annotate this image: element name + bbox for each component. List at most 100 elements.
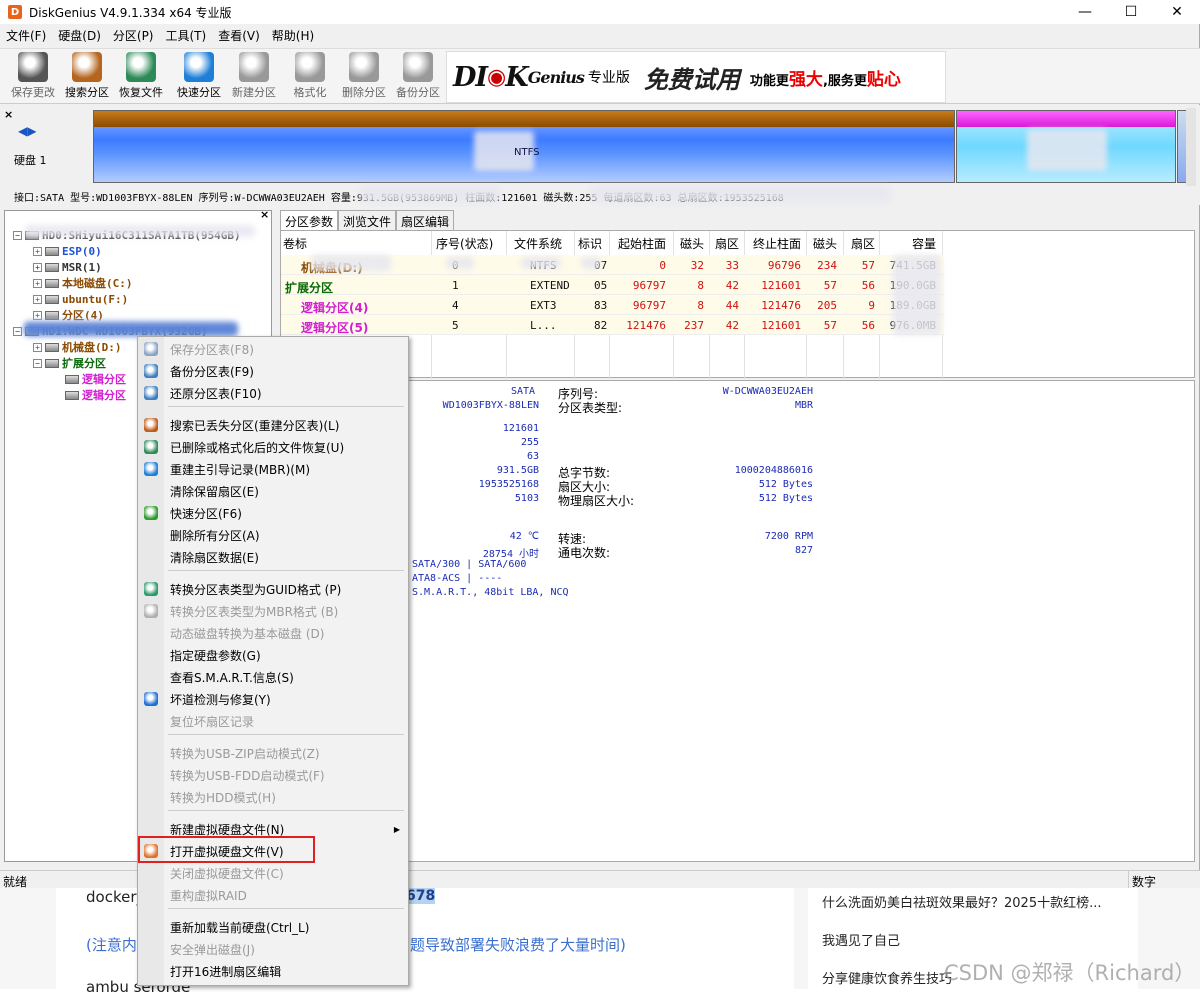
tree-node-label: 扩展分区 bbox=[62, 357, 106, 370]
menu-item-0[interactable]: 文件(F) bbox=[0, 26, 52, 46]
recommend-link-3[interactable]: 分享健康饮食养生技巧 bbox=[822, 968, 952, 987]
tab-1[interactable]: 浏览文件 bbox=[338, 210, 397, 230]
arrow-right-icon[interactable]: ▶ bbox=[27, 124, 36, 138]
context-menu-item[interactable]: 备份分区表(F9) bbox=[138, 361, 408, 381]
context-menu-item[interactable]: 删除所有分区(A) bbox=[138, 525, 408, 545]
tree-node[interactable]: + MSR(1) bbox=[33, 259, 102, 275]
context-menu-item[interactable]: 打开16进制扇区编辑 bbox=[138, 961, 408, 981]
column-header[interactable]: 文件系统 bbox=[514, 235, 562, 252]
toolbar-button-6[interactable]: 删除分区 bbox=[337, 52, 391, 100]
bytes-value: 1000204886016 bbox=[734, 465, 813, 476]
partition-segment-extended[interactable] bbox=[956, 110, 1176, 183]
toolbar-label: 搜索分区 bbox=[65, 86, 109, 99]
context-menu-label: 删除所有分区(A) bbox=[170, 528, 260, 543]
heads-value: 255 bbox=[520, 437, 539, 448]
expander-icon[interactable]: + bbox=[33, 278, 42, 288]
column-header[interactable]: 序号(状态) bbox=[436, 235, 493, 252]
toolbar-button-2[interactable]: 恢复文件 bbox=[114, 52, 168, 100]
power-count-key: 通电次数: bbox=[558, 546, 611, 560]
menu-item-1[interactable]: 硬盘(D) bbox=[52, 26, 107, 46]
context-menu-item[interactable]: 转换分区表类型为GUID格式 (P) bbox=[138, 579, 408, 599]
context-menu-item[interactable]: 指定硬盘参数(G) bbox=[138, 645, 408, 665]
partition-segment-d[interactable]: NTFS bbox=[93, 110, 955, 183]
toolbar-button-3[interactable]: 快速分区 bbox=[172, 52, 226, 100]
expander-icon[interactable]: − bbox=[33, 358, 42, 368]
diskgenius-app-icon: D bbox=[8, 5, 22, 19]
context-menu-item[interactable]: 还原分区表(F10) bbox=[138, 383, 408, 403]
column-header[interactable]: 容量 bbox=[876, 235, 936, 252]
arrow-left-icon[interactable]: ◀ bbox=[18, 124, 27, 138]
context-menu-label: 转换为USB-ZIP启动模式(Z) bbox=[170, 746, 320, 761]
recover-files-icon bbox=[126, 52, 156, 82]
context-menu-item[interactable]: 重新加载当前硬盘(Ctrl_L) bbox=[138, 917, 408, 937]
expander-icon[interactable]: + bbox=[33, 342, 42, 352]
context-menu-label: 已删除或格式化后的文件恢复(U) bbox=[170, 440, 345, 455]
expander-icon[interactable]: − bbox=[13, 326, 22, 336]
tree-node[interactable]: + 本地磁盘(C:) bbox=[33, 275, 133, 291]
context-menu-item[interactable]: 已删除或格式化后的文件恢复(U) bbox=[138, 437, 408, 457]
tree-node[interactable]: 逻辑分区 bbox=[65, 371, 126, 387]
menu-bar: 文件(F) 硬盘(D) 分区(P) 工具(T) 查看(V) 帮助(H) bbox=[0, 26, 320, 46]
search-lost-icon bbox=[144, 418, 158, 432]
table-cell: 44 bbox=[725, 299, 739, 312]
tree-node[interactable]: + ubuntu(F:) bbox=[33, 291, 128, 307]
tree-node[interactable]: + 机械盘(D:) bbox=[33, 339, 122, 355]
column-header[interactable]: 标识 bbox=[578, 235, 602, 252]
context-menu-item[interactable]: 重建主引导记录(MBR)(M) bbox=[138, 459, 408, 479]
context-menu-item[interactable]: 坏道检测与修复(Y) bbox=[138, 689, 408, 709]
promo-banner[interactable]: DI ◉ K Genius 专业版 免费试用 功能更强大,服务更贴心 bbox=[446, 51, 946, 103]
panel-close-icon[interactable]: × bbox=[260, 208, 269, 221]
drive-icon bbox=[45, 294, 59, 304]
disk-map-scrollbar[interactable] bbox=[1186, 108, 1196, 186]
expander-icon[interactable]: + bbox=[33, 294, 42, 304]
menu-item-4[interactable]: 查看(V) bbox=[212, 26, 266, 46]
recommend-link-2[interactable]: 我遇见了自己 bbox=[822, 930, 900, 949]
context-menu-label: 指定硬盘参数(G) bbox=[170, 648, 261, 663]
expander-icon[interactable]: − bbox=[13, 230, 22, 240]
table-cell: 56 bbox=[861, 319, 875, 332]
close-icon[interactable]: × bbox=[4, 108, 13, 121]
menu-separator bbox=[168, 406, 404, 407]
brand-edition: 专业版 bbox=[587, 70, 630, 86]
disk-nav-arrows[interactable]: ◀▶ bbox=[18, 124, 36, 138]
expander-icon[interactable]: + bbox=[33, 246, 42, 256]
table-cell: 9 bbox=[868, 299, 875, 312]
context-menu-label: 重新加载当前硬盘(Ctrl_L) bbox=[170, 920, 310, 935]
recommend-link-1[interactable]: 什么洗面奶美白祛斑效果最好？2025十款红榜... bbox=[822, 892, 1101, 911]
context-menu-label: 转换分区表类型为GUID格式 (P) bbox=[170, 582, 342, 597]
toolbar-button-0[interactable]: 保存更改 bbox=[6, 52, 60, 100]
rebuild-mbr-icon bbox=[144, 462, 158, 476]
toolbar-label: 快速分区 bbox=[177, 86, 221, 99]
tab-2[interactable]: 扇区编辑 bbox=[396, 210, 455, 230]
context-menu-item[interactable]: 快速分区(F6) bbox=[138, 503, 408, 523]
context-menu-item[interactable]: 查看S.M.A.R.T.信息(S) bbox=[138, 667, 408, 687]
context-menu-label: 快速分区(F6) bbox=[170, 506, 242, 521]
tree-node[interactable]: − 扩展分区 bbox=[33, 355, 106, 371]
tab-0[interactable]: 分区参数 bbox=[280, 210, 339, 230]
tree-node[interactable]: 逻辑分区 bbox=[65, 387, 126, 403]
toolbar-button-5[interactable]: 格式化 bbox=[283, 52, 337, 100]
context-menu-item[interactable]: 清除保留扇区(E) bbox=[138, 481, 408, 501]
column-header[interactable]: 卷标 bbox=[283, 235, 307, 252]
toolbar-button-7[interactable]: 备份分区 bbox=[391, 52, 445, 100]
menu-item-3[interactable]: 工具(T) bbox=[160, 26, 213, 46]
minimize-button[interactable]: — bbox=[1062, 0, 1108, 24]
context-menu-item[interactable]: 搜索已丢失分区(重建分区表)(L) bbox=[138, 415, 408, 435]
context-menu-label: 还原分区表(F10) bbox=[170, 386, 262, 401]
ptype-value: MBR bbox=[794, 400, 813, 411]
backup-table-icon bbox=[144, 364, 158, 378]
menu-item-2[interactable]: 分区(P) bbox=[107, 26, 160, 46]
tree-node[interactable]: + ESP(0) bbox=[33, 243, 102, 259]
maximize-button[interactable]: ☐ bbox=[1108, 0, 1154, 24]
menu-separator bbox=[168, 810, 404, 811]
expander-icon[interactable]: + bbox=[33, 310, 42, 320]
context-menu-item: 复位坏扇区记录 bbox=[138, 711, 408, 731]
menu-item-5[interactable]: 帮助(H) bbox=[266, 26, 320, 46]
toolbar-button-1[interactable]: 搜索分区 bbox=[60, 52, 114, 100]
expander-icon[interactable]: + bbox=[33, 262, 42, 272]
column-header[interactable]: 扇区 bbox=[679, 235, 739, 252]
column-header[interactable]: 扇区 bbox=[815, 235, 875, 252]
close-button[interactable]: ✕ bbox=[1154, 0, 1200, 24]
context-menu-item[interactable]: 清除扇区数据(E) bbox=[138, 547, 408, 567]
toolbar-button-4[interactable]: 新建分区 bbox=[227, 52, 281, 100]
